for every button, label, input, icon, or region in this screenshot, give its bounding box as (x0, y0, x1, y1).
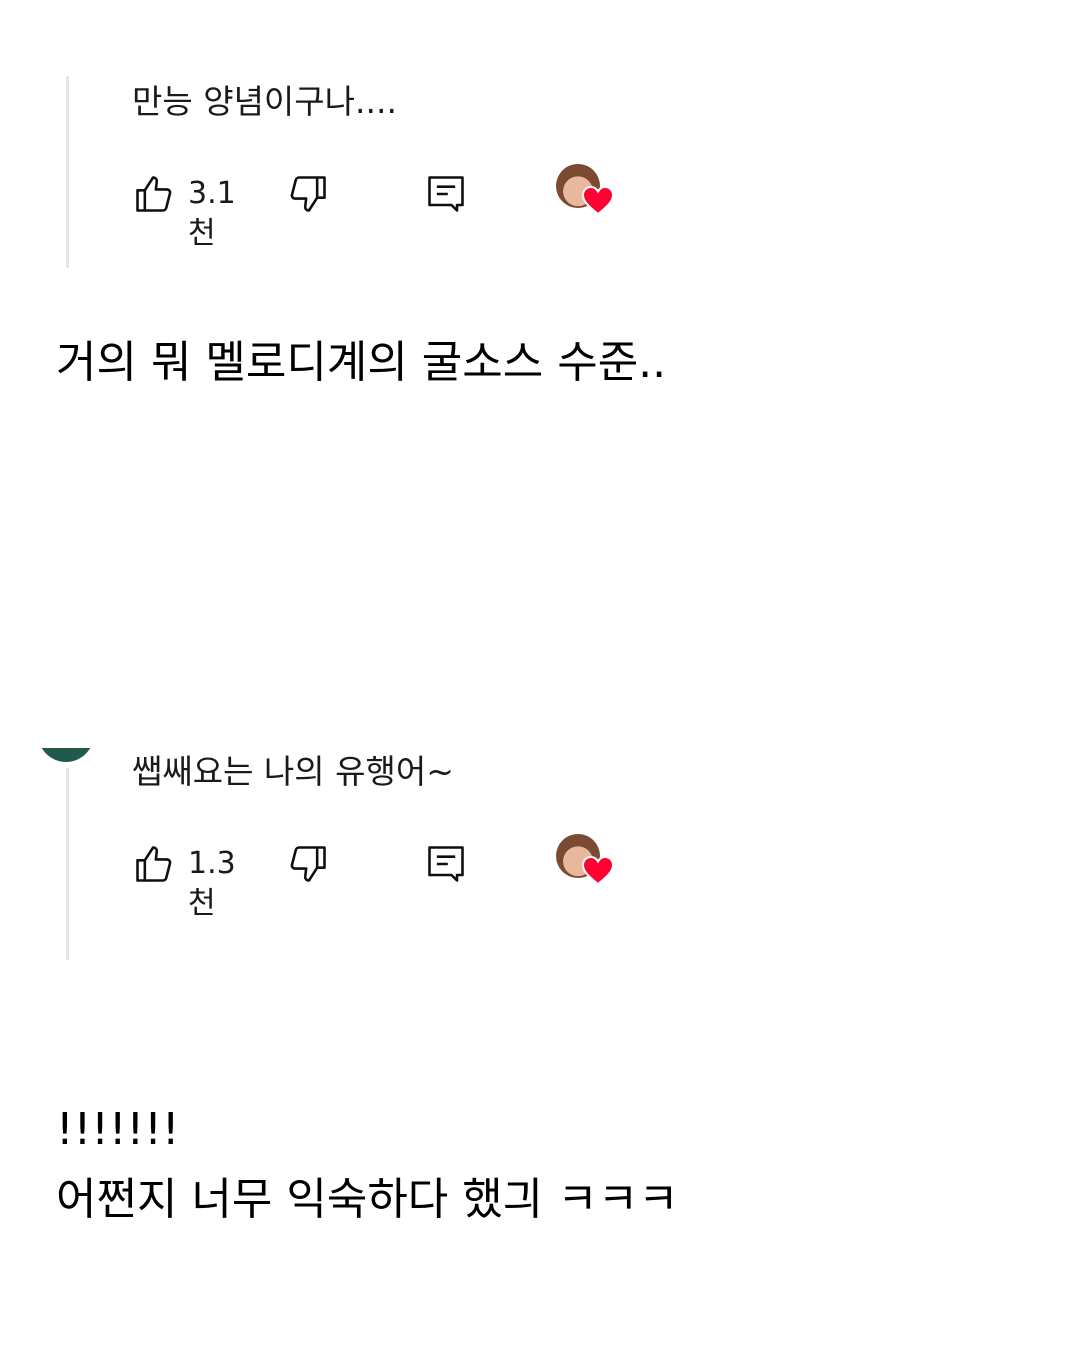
reply-comment-icon[interactable] (424, 172, 468, 216)
reply-thread-line (66, 76, 69, 268)
like-count: 1.3천 (188, 846, 236, 921)
thumbs-up-icon[interactable] (132, 842, 176, 886)
reply-comment-icon[interactable] (424, 842, 468, 886)
creator-heart-badge[interactable] (556, 164, 614, 218)
reply-thread-line (66, 768, 69, 960)
heart-icon (582, 856, 614, 886)
reply-comment-text: 쌥쌔요는 나의 유행어~ (132, 752, 454, 791)
thumbs-down-icon[interactable] (286, 842, 330, 886)
avatar-partial (38, 748, 94, 762)
reply-comment-text: 만능 양념이구나.... (132, 82, 397, 121)
like-count: 3.1천 (188, 176, 236, 251)
caption-line-1: !!!!!!! (56, 1104, 180, 1155)
thumbs-down-icon[interactable] (286, 172, 330, 216)
thumbs-up-icon[interactable] (132, 172, 176, 216)
heart-icon (582, 186, 614, 216)
caption-line-2: 어쩐지 너무 익숙하다 했긔 ㅋㅋㅋ (56, 1174, 679, 1225)
creator-heart-badge[interactable] (556, 834, 614, 888)
caption-text: 거의 뭐 멜로디계의 굴소스 수준.. (56, 337, 667, 388)
